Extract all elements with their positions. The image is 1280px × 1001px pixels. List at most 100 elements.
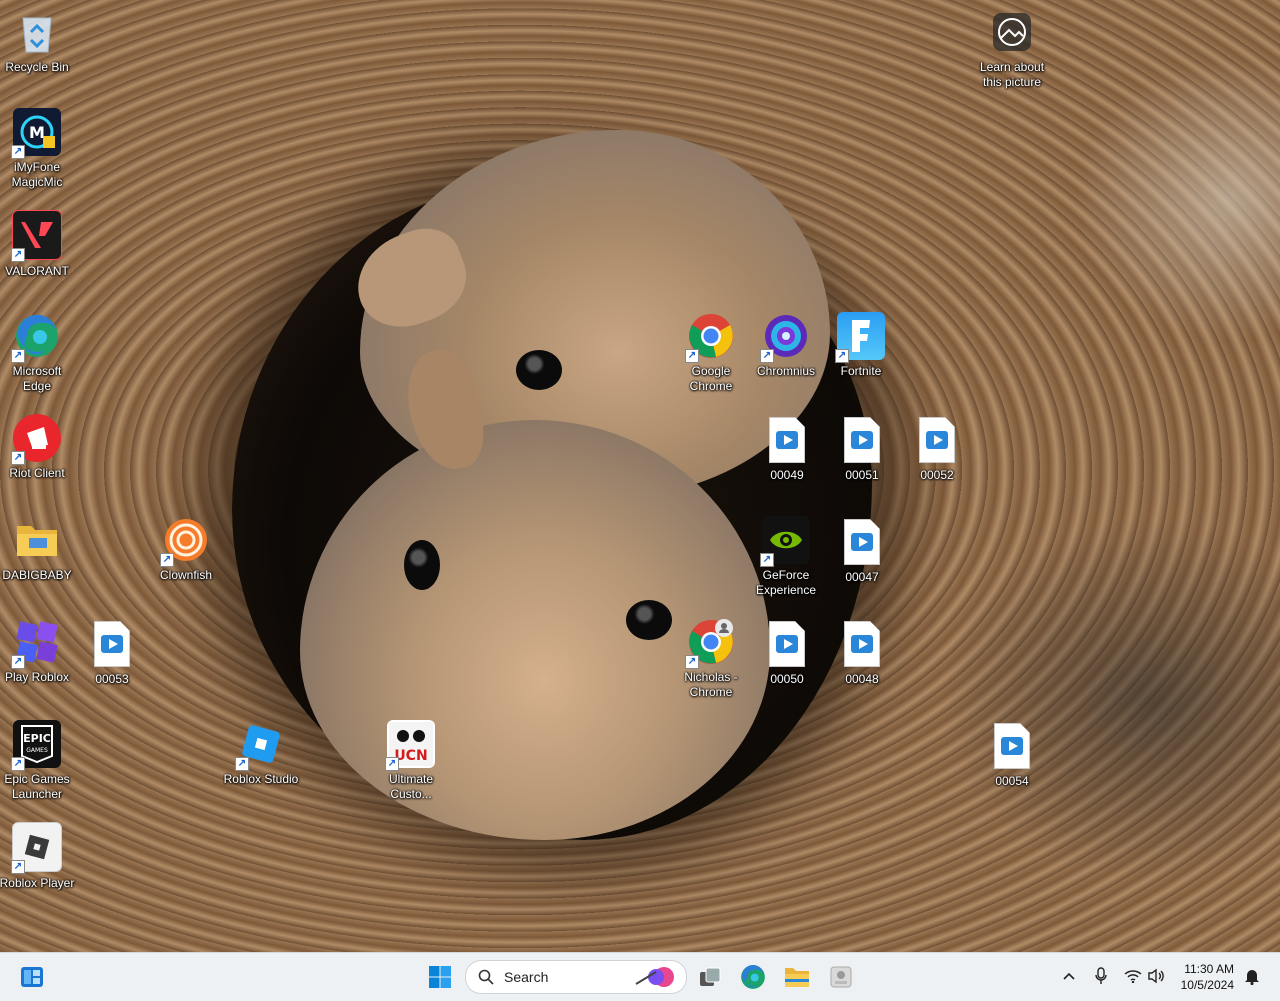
chromnius-icon: ↗ xyxy=(760,312,810,363)
desktop-icon-geforce-experience[interactable]: ↗ GeForce Experience xyxy=(749,516,823,598)
start-button[interactable] xyxy=(424,961,456,993)
desktop-icon-riot-client[interactable]: ↗ Riot Client xyxy=(0,414,74,481)
desktop-icon-video-00047[interactable]: 00047 xyxy=(825,518,899,585)
show-hidden-icons-button[interactable] xyxy=(1060,967,1078,985)
taskbar-search-box[interactable]: Search xyxy=(465,960,687,994)
notification-button[interactable] xyxy=(1243,967,1261,985)
video-file-icon xyxy=(838,416,886,464)
widgets-button[interactable] xyxy=(16,961,48,993)
app-icon xyxy=(830,966,852,988)
volume-icon xyxy=(1148,968,1164,984)
icon-label: 00048 xyxy=(845,672,879,686)
squirrel-eye xyxy=(516,350,562,390)
desktop-icon-nicholas-chrome[interactable]: ↗ Nicholas - Chrome xyxy=(674,618,748,700)
chrome-profile-icon: ↗ xyxy=(685,618,735,669)
icon-label: DABIGBABY xyxy=(2,568,72,582)
squirrel-eye xyxy=(404,540,440,590)
start-icon xyxy=(429,966,451,988)
icon-label: Epic Games Launcher xyxy=(4,772,70,801)
icon-label: Google Chrome xyxy=(689,364,733,393)
wifi-button[interactable] xyxy=(1124,967,1142,985)
chevron-up-icon xyxy=(1063,972,1075,980)
desktop-icon-video-00050[interactable]: 00050 xyxy=(750,620,824,687)
desktop-icon-fortnite[interactable]: ↗ Fortnite xyxy=(824,312,898,379)
svg-text:EPIC: EPIC xyxy=(23,732,51,745)
clock[interactable]: 11:30 AM 10/5/2024 xyxy=(1181,961,1234,993)
desktop-icon-roblox-player[interactable]: ↗ Roblox Player xyxy=(0,822,74,891)
desktop-icon-play-roblox[interactable]: ↗ Play Roblox xyxy=(0,618,74,685)
desktop-icon-video-00054[interactable]: 00054 xyxy=(975,722,1049,789)
microphone-button[interactable] xyxy=(1092,967,1110,985)
desktop-icon-edge[interactable]: ↗ Microsoft Edge xyxy=(0,312,74,394)
icon-label: Ultimate Custo... xyxy=(388,772,433,801)
icon-label: Clownfish xyxy=(159,568,213,582)
svg-text:GAMES: GAMES xyxy=(26,747,48,754)
desktop-icon-learn-about-picture[interactable]: Learn about this picture xyxy=(975,8,1049,90)
desktop-icon-google-chrome[interactable]: ↗ Google Chrome xyxy=(674,312,748,394)
icon-label: Riot Client xyxy=(9,466,65,480)
geforce-icon: ↗ xyxy=(760,516,810,567)
video-file-icon xyxy=(838,620,886,668)
desktop-icon-epic-games[interactable]: EPIC GAMES ↗ Epic Games Launcher xyxy=(0,720,74,802)
search-highlight-icon xyxy=(635,967,674,987)
taskbar-app[interactable] xyxy=(825,961,857,993)
icon-label: Roblox Studio xyxy=(223,772,299,786)
icon-label: 00047 xyxy=(845,570,879,584)
taskbar-file-explorer[interactable] xyxy=(781,961,813,993)
video-file-icon xyxy=(88,620,136,668)
taskbar-edge[interactable] xyxy=(737,961,769,993)
notification-bell-icon xyxy=(1245,970,1259,985)
icon-label: 00053 xyxy=(95,672,129,686)
roblox-player-icon: ↗ xyxy=(11,822,62,874)
task-view-button[interactable] xyxy=(694,961,726,993)
wifi-icon xyxy=(1124,970,1142,983)
recycle-bin-icon xyxy=(13,8,61,56)
edge-icon xyxy=(741,965,765,989)
desktop-icon-valorant[interactable]: ↗ VALORANT xyxy=(0,210,74,279)
icon-label: 00052 xyxy=(920,468,954,482)
search-placeholder: Search xyxy=(504,969,549,985)
icon-label: Roblox Player xyxy=(0,876,75,890)
icon-label: Fortnite xyxy=(840,364,882,378)
desktop-icon-video-00052[interactable]: 00052 xyxy=(900,416,974,483)
squirrel-eye xyxy=(626,600,672,640)
desktop-icon-chromnius[interactable]: ↗ Chromnius xyxy=(749,312,823,379)
video-file-icon xyxy=(838,518,886,566)
desktop-icon-video-00048[interactable]: 00048 xyxy=(825,620,899,687)
desktop-icon-magicmic[interactable]: M ↗ iMyFone MagicMic xyxy=(0,108,74,190)
folder-icon xyxy=(13,516,61,564)
video-file-icon xyxy=(763,620,811,668)
icon-label: GeForce Experience xyxy=(755,568,817,597)
task-view-icon xyxy=(700,967,721,986)
icon-label: VALORANT xyxy=(5,264,69,278)
clownfish-icon: ↗ xyxy=(160,516,210,567)
desktop-icon-video-00049[interactable]: 00049 xyxy=(750,416,824,483)
epic-games-icon: EPIC GAMES ↗ xyxy=(11,720,61,771)
desktop-icon-dabigbaby[interactable]: DABIGBABY xyxy=(0,516,74,583)
video-file-icon xyxy=(763,416,811,464)
valorant-icon: ↗ xyxy=(11,210,62,262)
icon-label: Nicholas - Chrome xyxy=(684,670,738,699)
desktop-icon-ultimate-custom-night[interactable]: UCN ↗ Ultimate Custo... xyxy=(374,720,448,802)
fortnite-icon: ↗ xyxy=(835,312,885,363)
icon-label: 00051 xyxy=(845,468,879,482)
desktop-icon-roblox-studio[interactable]: ↗ Roblox Studio xyxy=(224,720,298,787)
ultimate-custom-night-icon: UCN ↗ xyxy=(385,720,435,771)
search-icon xyxy=(478,969,494,985)
play-roblox-icon: ↗ xyxy=(11,618,61,669)
icon-label: Chromnius xyxy=(756,364,816,378)
roblox-studio-icon: ↗ xyxy=(235,720,285,771)
file-explorer-icon xyxy=(785,968,809,987)
desktop-icon-recycle-bin[interactable]: Recycle Bin xyxy=(0,8,74,75)
chrome-icon: ↗ xyxy=(685,312,735,363)
volume-button[interactable] xyxy=(1147,967,1165,985)
desktop-icon-video-00053[interactable]: 00053 xyxy=(75,620,149,687)
desktop-icon-video-00051[interactable]: 00051 xyxy=(825,416,899,483)
riot-client-icon: ↗ xyxy=(11,414,61,465)
svg-text:UCN: UCN xyxy=(394,748,427,764)
icon-label: Microsoft Edge xyxy=(12,364,62,393)
desktop-wallpaper xyxy=(0,0,1280,952)
icon-label: Learn about this picture xyxy=(979,60,1045,89)
icon-label: Recycle Bin xyxy=(5,60,69,74)
desktop-icon-clownfish[interactable]: ↗ Clownfish xyxy=(149,516,223,583)
